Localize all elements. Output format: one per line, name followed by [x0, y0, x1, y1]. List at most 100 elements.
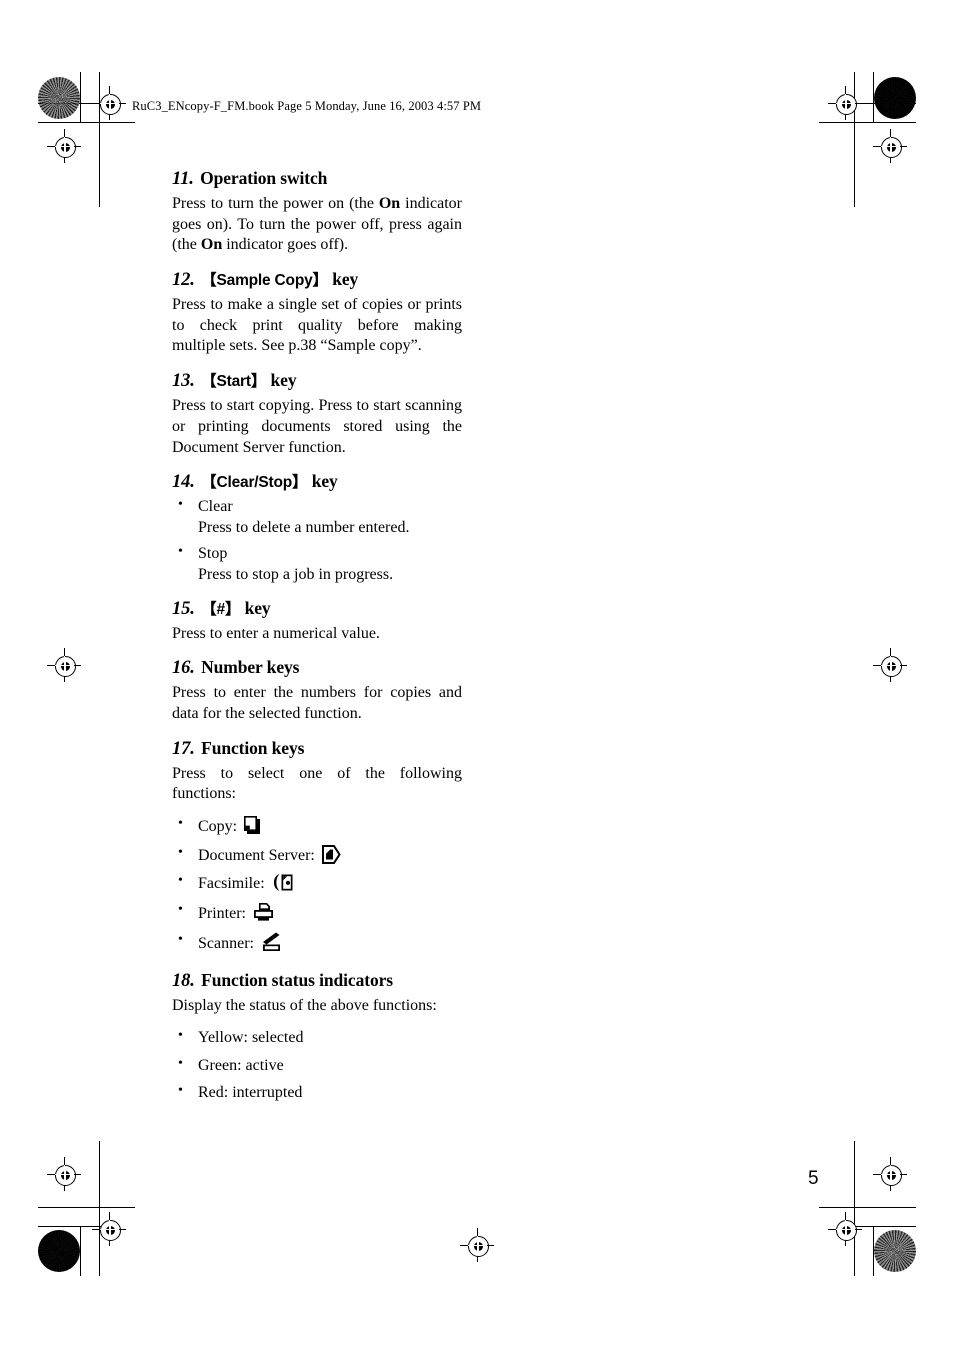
registration-mark-bottom-center [460, 1228, 494, 1262]
section-17-number: 17. [172, 738, 195, 759]
list-item-document-server: Document Server: [172, 844, 462, 871]
section-18-number: 18. [172, 971, 195, 992]
crop-mark-line [99, 1141, 100, 1276]
list-item-copy: Copy: [172, 815, 462, 842]
list-item-status-red: Red: interrupted [172, 1082, 462, 1104]
section-12-key-label: Sample Copy [216, 272, 313, 290]
halftone-patch-top-right [874, 77, 916, 119]
section-11-paragraph: Press to turn the power on (the On indic… [172, 194, 462, 256]
registration-mark-upper-left [47, 129, 81, 163]
function-label: Facsimile: [198, 875, 265, 893]
printer-function-icon [253, 902, 274, 929]
registration-mark-right-middle [873, 648, 907, 682]
bullet-detail: Press to delete a number entered. [198, 518, 410, 536]
bullet-label: Stop [198, 545, 228, 563]
section-17: 17. Function keys Press to select one of… [172, 738, 462, 959]
section-14-key-label: Clear/Stop [216, 474, 293, 492]
registration-mark-left-middle [47, 648, 81, 682]
bracket-open: 【 [201, 600, 217, 618]
list-item-status-yellow: Yellow: selected [172, 1027, 462, 1049]
section-17-paragraph: Press to select one of the following fun… [172, 764, 462, 803]
section-11-heading: 11. Operation switch [172, 168, 462, 191]
facsimile-function-icon [272, 873, 294, 899]
section-16-title: Number keys [201, 657, 300, 678]
section-14-number: 14. [172, 472, 195, 493]
section-13-heading: 13. 【Start】 key [172, 370, 462, 393]
bracket-open: 【 [201, 272, 217, 290]
crop-mark-line [80, 1226, 81, 1276]
section-13-paragraph: Press to start copying. Press to start s… [172, 397, 462, 456]
section-13-key-suffix: key [270, 370, 297, 391]
section-15-number: 15. [172, 598, 195, 619]
list-item-status-green: Green: active [172, 1055, 462, 1077]
section-12-key-suffix: key [332, 269, 359, 290]
section-18-paragraph: Display the status of the above function… [172, 997, 437, 1015]
text-run-bold: On [200, 236, 223, 254]
section-16-number: 16. [172, 658, 195, 679]
section-15-key-label: # [216, 600, 226, 618]
function-label: Scanner: [198, 934, 254, 952]
scanner-function-icon [261, 932, 282, 959]
section-11: 11. Operation switch Press to turn the p… [172, 168, 462, 256]
section-14-key-suffix: key [311, 471, 338, 492]
registration-mark-upper-right [873, 129, 907, 163]
section-12-number: 12. [172, 270, 195, 291]
bullet-label: Clear [198, 498, 233, 516]
section-15-key-suffix: key [244, 597, 271, 618]
page-number: 5 [808, 1168, 819, 1189]
crop-mark-line [80, 72, 81, 122]
section-13-number: 13. [172, 371, 195, 392]
crop-mark-line [854, 1141, 855, 1276]
section-11-title: Operation switch [200, 168, 328, 188]
section-15-paragraph: Press to enter a numerical value. [172, 624, 380, 642]
function-label: Copy: [198, 818, 238, 836]
function-label: Document Server: [198, 846, 315, 864]
halftone-patch-bottom-left [38, 1230, 80, 1272]
bracket-close: 】 [292, 474, 308, 492]
list-item: Clear Press to delete a number entered. [172, 496, 462, 538]
file-header-line: RuC3_ENcopy-F_FM.book Page 5 Monday, Jun… [132, 99, 482, 113]
halftone-patch-bottom-right [874, 1230, 916, 1272]
section-11-number: 11. [172, 169, 194, 189]
crop-mark-line [819, 1207, 916, 1208]
section-14-bullet-list: Clear Press to delete a number entered. … [172, 496, 462, 586]
registration-mark-bottom-right [873, 1157, 907, 1191]
section-12-paragraph: Press to make a single set of copies or … [172, 296, 462, 355]
text-run-bold: On [378, 194, 401, 212]
list-item: Stop Press to stop a job in progress. [172, 543, 462, 585]
bracket-open: 【 [201, 373, 217, 391]
bracket-close: 】 [224, 600, 241, 618]
list-item-printer: Printer: [172, 901, 462, 929]
crop-mark-line [819, 122, 916, 123]
section-12-heading: 12. 【Sample Copy】 key [172, 269, 462, 292]
status-indicator-list: Yellow: selected Green: active Red: inte… [172, 1027, 462, 1104]
section-13-key-label: Start [216, 373, 252, 391]
registration-mark-top-right [828, 86, 862, 120]
function-key-list: Copy: Document Server: [172, 815, 462, 959]
halftone-patch-top-left [38, 77, 80, 119]
registration-mark-lower-right [828, 1212, 862, 1246]
bracket-open: 【 [201, 474, 217, 492]
list-item-facsimile: Facsimile: [172, 872, 462, 899]
list-item-scanner: Scanner: [172, 931, 462, 959]
registration-mark-top-left [92, 86, 126, 120]
section-17-title: Function keys [201, 737, 305, 758]
section-14: 14. 【Clear/Stop】 key Clear Press to dele… [172, 471, 462, 585]
text-run: Press to turn the power on (the [172, 194, 379, 212]
manual-content-column: 11. Operation switch Press to turn the p… [172, 168, 462, 1116]
section-18-title: Function status indicators [201, 970, 393, 991]
text-run: indicator goes off). [222, 236, 349, 254]
copy-function-icon [244, 816, 261, 842]
section-16-paragraph: Press to enter the numbers for copies an… [172, 684, 462, 723]
registration-mark-lower-left [92, 1212, 126, 1246]
document-server-function-icon [321, 844, 342, 871]
bullet-detail: Press to stop a job in progress. [198, 566, 394, 584]
section-18: 18. Function status indicators Display t… [172, 970, 462, 1104]
section-13: 13. 【Start】 key Press to start copying. … [172, 370, 462, 458]
bracket-close: 】 [312, 272, 329, 290]
crop-mark-line [38, 122, 135, 123]
section-16-heading: 16. Number keys [172, 657, 462, 680]
section-15: 15. 【#】 key Press to enter a numerical v… [172, 598, 462, 645]
registration-mark-bottom-left [47, 1157, 81, 1191]
section-17-heading: 17. Function keys [172, 738, 462, 761]
